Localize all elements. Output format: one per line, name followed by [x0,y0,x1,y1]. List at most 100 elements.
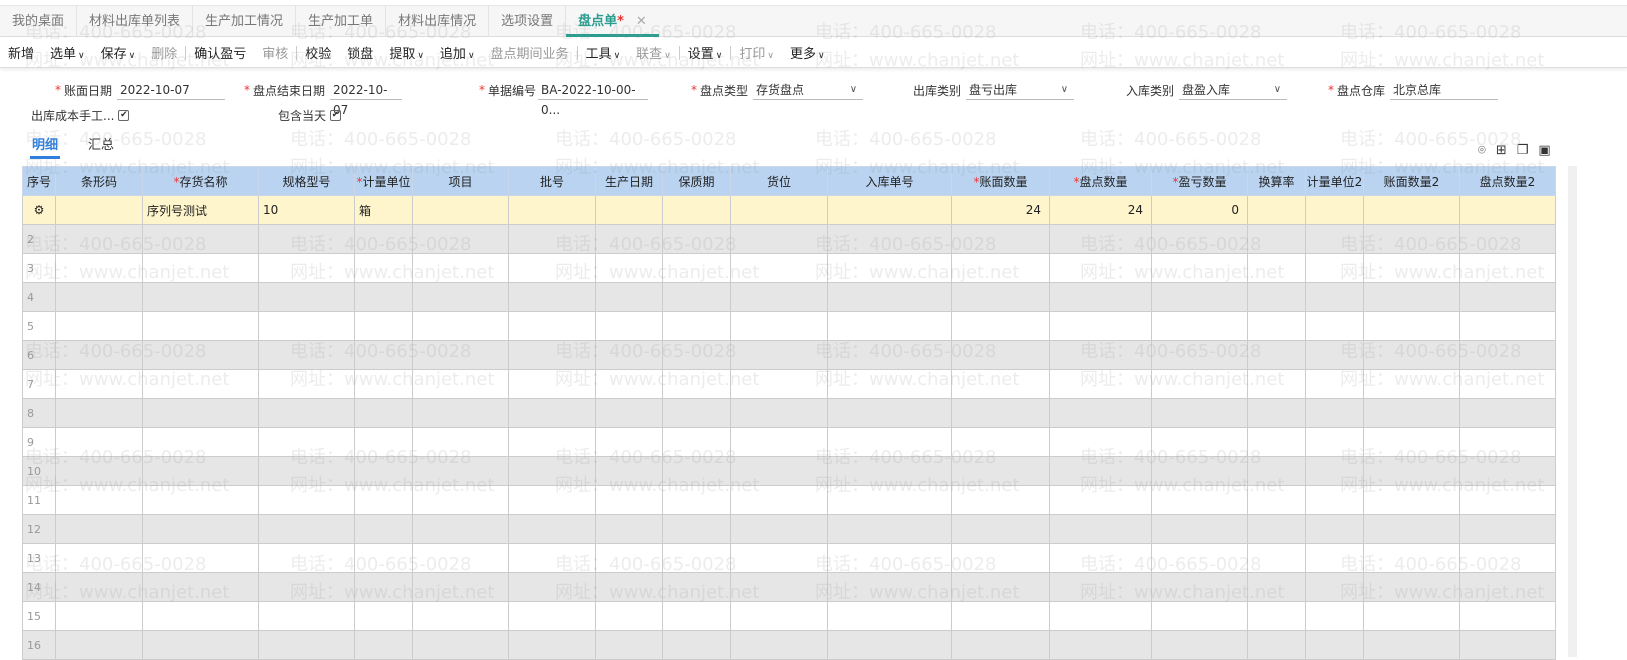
table-cell[interactable] [1151,311,1248,341]
include-day-checkbox[interactable]: ✔ [330,110,342,121]
toolbar-button-9[interactable]: 追加 ∨ [432,43,483,62]
table-cell[interactable] [412,195,509,225]
table-cell[interactable] [1305,369,1364,399]
table-cell[interactable] [412,456,509,486]
table-cell[interactable] [1151,398,1248,428]
table-cell[interactable] [258,311,355,341]
table-cell[interactable] [827,253,952,283]
table-cell[interactable] [951,253,1050,283]
table-row[interactable]: 3 [22,253,1556,283]
table-cell[interactable] [142,311,259,341]
table-cell[interactable] [1049,456,1152,486]
table-cell[interactable] [258,572,355,602]
table-cell[interactable] [1247,369,1306,399]
table-row[interactable]: 8 [22,398,1556,428]
table-cell[interactable] [258,224,355,254]
table-cell[interactable] [951,543,1050,573]
table-cell[interactable] [1305,311,1364,341]
column-header[interactable]: *账面数量 [951,166,1050,196]
table-cell[interactable] [1049,601,1152,631]
table-cell[interactable] [1305,340,1364,370]
table-cell[interactable] [1049,514,1152,544]
table-cell[interactable] [1049,369,1152,399]
table-cell[interactable] [354,224,413,254]
table-cell[interactable] [142,601,259,631]
table-cell[interactable]: 箱 [354,195,413,225]
table-cell[interactable] [258,514,355,544]
table-cell[interactable] [508,630,596,660]
table-cell[interactable] [1247,543,1306,573]
location-icon[interactable]: ⌾ [1478,143,1486,158]
table-row[interactable]: 6 [22,340,1556,370]
table-cell[interactable] [1305,630,1364,660]
table-cell[interactable] [1305,224,1364,254]
table-cell[interactable] [412,398,509,428]
toolbar-button-15[interactable]: 更多 ∨ [782,43,833,62]
table-cell[interactable]: 24 [951,195,1050,225]
table-cell[interactable] [508,311,596,341]
column-header[interactable]: 账面数量2 [1363,166,1460,196]
table-cell[interactable] [354,398,413,428]
table-cell[interactable] [142,485,259,515]
table-cell[interactable] [354,630,413,660]
table-cell[interactable] [730,311,828,341]
table-cell[interactable] [412,485,509,515]
table-cell[interactable] [258,369,355,399]
table-cell[interactable] [142,427,259,457]
table-cell[interactable] [827,601,952,631]
table-cell[interactable] [662,485,731,515]
toolbar-button-10[interactable]: 盘点期间业务 [483,43,577,62]
table-cell[interactable] [142,514,259,544]
table-cell[interactable] [354,456,413,486]
table-cell[interactable] [1363,398,1460,428]
table-row[interactable]: 16 [22,630,1556,660]
table-cell[interactable] [595,456,663,486]
table-cell[interactable] [595,253,663,283]
table-cell[interactable] [412,282,509,312]
table-row[interactable]: 15 [22,601,1556,631]
table-cell[interactable] [1459,543,1556,573]
column-header[interactable]: 条形码 [55,166,143,196]
table-cell[interactable] [827,195,952,225]
doc-no-input[interactable]: BA-2022-10-00-0... [538,80,649,117]
table-cell[interactable] [730,340,828,370]
table-row[interactable]: ⚙ 序列号测试 10 箱 24 24 0 [22,195,1556,225]
column-header[interactable]: 计量单位2 [1305,166,1364,196]
toolbar-button-14[interactable]: 打印 ∨ [731,43,782,62]
table-row[interactable]: 9 [22,427,1556,457]
table-cell[interactable] [508,195,596,225]
table-cell[interactable] [258,601,355,631]
table-cell[interactable] [951,369,1050,399]
table-cell[interactable] [1305,195,1364,225]
table-cell[interactable] [1049,543,1152,573]
table-cell[interactable] [1459,427,1556,457]
table-cell[interactable] [951,340,1050,370]
table-cell[interactable] [595,601,663,631]
table-cell[interactable] [1049,572,1152,602]
table-cell[interactable] [354,253,413,283]
table-cell[interactable] [258,543,355,573]
table-cell[interactable] [142,369,259,399]
table-cell[interactable] [827,282,952,312]
table-cell[interactable] [662,224,731,254]
table-cell[interactable] [258,253,355,283]
table-cell[interactable] [730,282,828,312]
table-cell[interactable] [595,427,663,457]
table-cell[interactable] [1459,456,1556,486]
table-cell[interactable] [595,398,663,428]
table-cell[interactable] [1363,514,1460,544]
table-cell[interactable] [412,630,509,660]
table-cell[interactable] [412,427,509,457]
table-cell[interactable] [142,543,259,573]
table-cell[interactable] [662,514,731,544]
table-cell[interactable] [662,398,731,428]
table-cell[interactable] [508,398,596,428]
table-cell[interactable] [1247,485,1306,515]
table-cell[interactable] [508,224,596,254]
table-cell[interactable] [1363,340,1460,370]
table-cell[interactable] [1151,340,1248,370]
table-cell[interactable] [55,630,143,660]
table-cell[interactable] [1459,253,1556,283]
table-cell[interactable] [1151,485,1248,515]
table-cell[interactable] [730,456,828,486]
